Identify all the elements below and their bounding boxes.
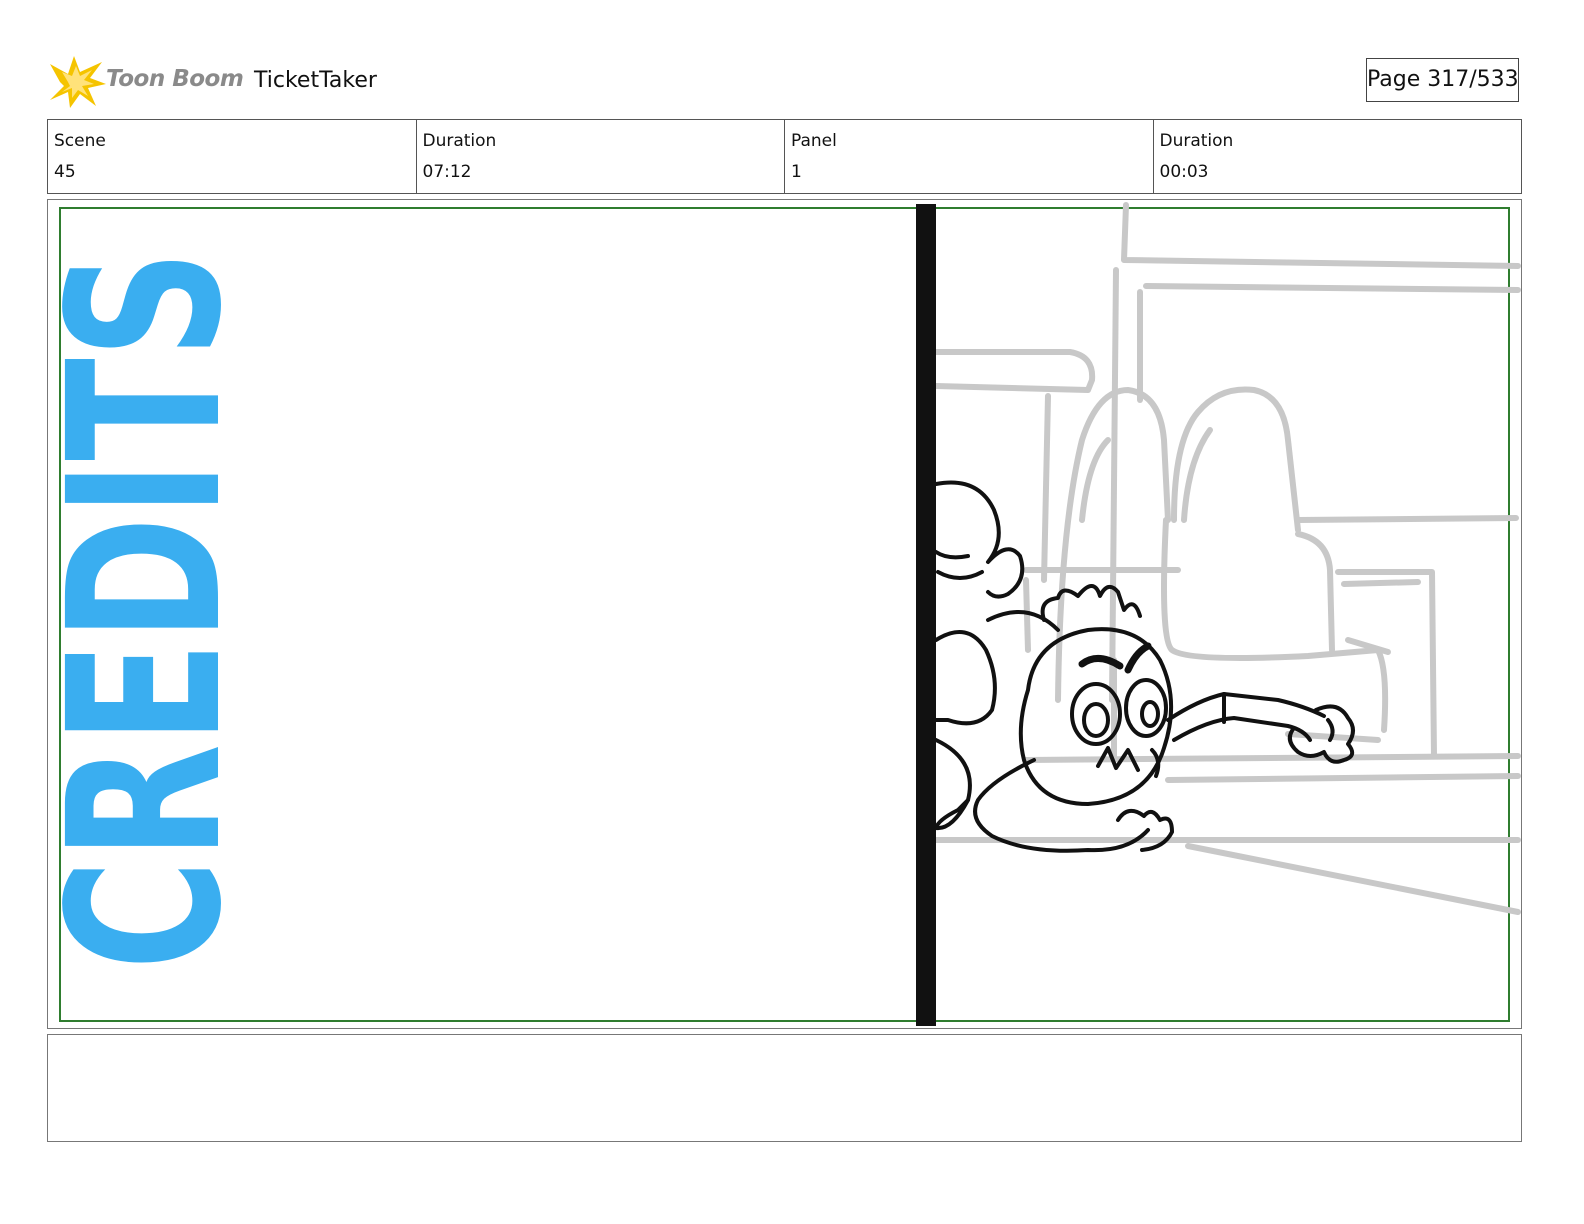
- scene-info-table: Scene 45 Duration 07:12 Panel 1 Duration…: [47, 119, 1522, 194]
- brand-name: Toon Boom: [106, 66, 244, 92]
- project-title: TicketTaker: [254, 68, 377, 93]
- toon-boom-logo: Toon Boom: [50, 56, 244, 108]
- scene-duration-cell: Duration 07:12: [417, 120, 785, 193]
- scene-duration-value: 07:12: [422, 162, 472, 182]
- credits-title: CREDITS: [48, 250, 268, 970]
- background-sketch: [933, 202, 1521, 915]
- scene-cell: Scene 45: [48, 120, 417, 193]
- starburst-icon: [50, 56, 106, 108]
- safe-frame: [59, 207, 1510, 1022]
- panel-duration-label: Duration: [1159, 131, 1234, 151]
- panel-drawing: CREDITS: [48, 202, 1521, 1026]
- panel-cell: Panel 1: [785, 120, 1154, 193]
- panel-notes: [47, 1034, 1522, 1142]
- wall-edge: [916, 204, 936, 1026]
- panel-value: 1: [791, 162, 802, 182]
- panel-label: Panel: [791, 131, 837, 151]
- page-indicator: Page 317/533: [1366, 58, 1519, 102]
- scene-label: Scene: [54, 131, 106, 151]
- panel-duration-value: 00:03: [1159, 162, 1209, 182]
- character-sketch: [934, 480, 1355, 853]
- storyboard-panel: CREDITS: [47, 199, 1522, 1029]
- panel-duration-cell: Duration 00:03: [1154, 120, 1522, 193]
- scene-value: 45: [54, 162, 76, 182]
- scene-duration-label: Duration: [422, 131, 497, 151]
